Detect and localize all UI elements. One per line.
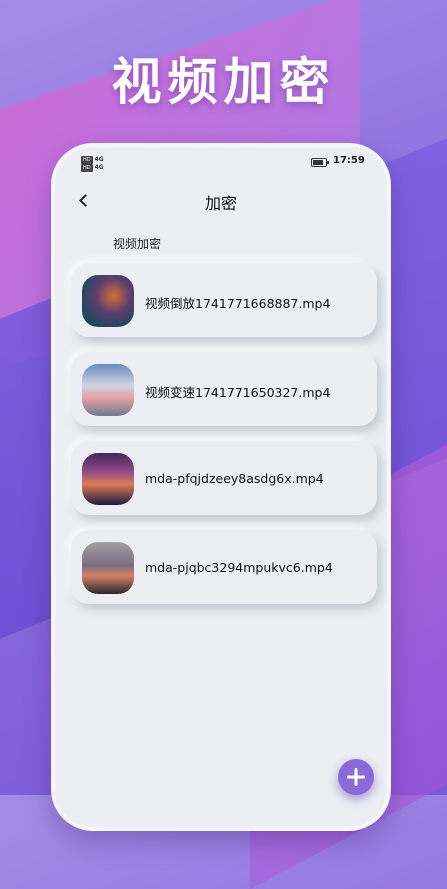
signal-label: 4G xyxy=(94,156,104,163)
file-name: mda-pfqjdzeey8asdg6x.mp4 xyxy=(145,471,324,486)
status-time: 17:59 xyxy=(333,155,365,166)
file-list: 视频倒放1741771668887.mp4 视频变速1741771650327.… xyxy=(71,263,377,619)
file-card[interactable]: 视频倒放1741771668887.mp4 xyxy=(71,263,377,337)
nav-bar: 加密 xyxy=(55,185,387,215)
file-name: 视频变速1741771650327.mp4 xyxy=(145,385,331,400)
section-label: 视频加密 xyxy=(113,237,162,251)
phone-frame: HD 4G HD 4G 17:59 加密 视频加密 视频倒放174177166888… xyxy=(55,147,387,827)
page-title: 加密 xyxy=(204,194,237,213)
file-card[interactable]: mda-pjqbc3294mpukvc6.mp4 xyxy=(71,530,377,604)
video-thumbnail xyxy=(82,364,134,416)
video-thumbnail xyxy=(82,275,134,327)
file-name: mda-pjqbc3294mpukvc6.mp4 xyxy=(145,560,333,575)
promo-title: 视频加密 xyxy=(111,53,336,111)
signal-label: 4G xyxy=(94,164,104,171)
add-button[interactable] xyxy=(338,759,374,795)
video-thumbnail xyxy=(82,542,134,594)
video-thumbnail xyxy=(82,453,134,505)
status-bar: HD 4G HD 4G 17:59 xyxy=(55,147,387,175)
signal-indicator: HD 4G HD 4G xyxy=(81,156,104,172)
file-card[interactable]: 视频变速1741771650327.mp4 xyxy=(71,352,377,426)
battery-icon xyxy=(311,158,329,167)
file-name: 视频倒放1741771668887.mp4 xyxy=(145,296,331,311)
file-card[interactable]: mda-pfqjdzeey8asdg6x.mp4 xyxy=(71,441,377,515)
